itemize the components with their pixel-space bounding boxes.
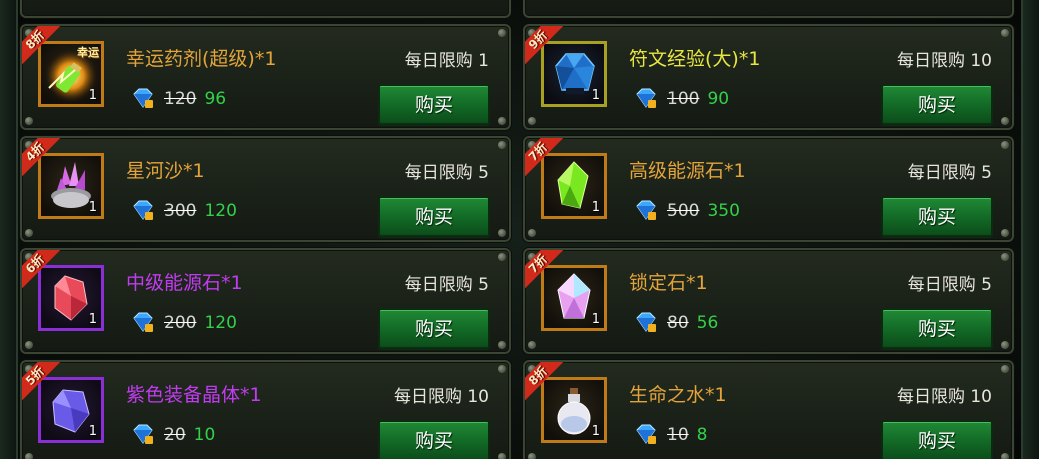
price-row: 80 56 (633, 311, 718, 335)
right-border-decoration (1021, 0, 1039, 459)
buy-button[interactable]: 购买 (881, 420, 993, 459)
item-icon-frame[interactable]: 1 (541, 41, 607, 107)
diamond-currency-icon (133, 424, 153, 444)
original-price: 80 (667, 313, 689, 333)
shop-card: 1 4折 星河沙*1 每日限购 5 300 120 购买 (20, 136, 511, 242)
buy-button[interactable]: 购买 (378, 84, 490, 126)
item-count: 1 (88, 200, 97, 215)
buy-button[interactable]: 购买 (881, 196, 993, 238)
price-row: 200 120 (130, 311, 237, 335)
original-price: 100 (667, 89, 700, 109)
item-icon-frame[interactable]: 1 (38, 377, 104, 443)
item-name: 生命之水*1 (629, 384, 727, 406)
price-row: 500 350 (633, 199, 740, 223)
price-row: 100 90 (633, 87, 729, 111)
shop-card: 1 幸运 8折 幸运药剂(超级)*1 每日限购 1 120 96 购买 (20, 24, 511, 130)
item-count: 1 (88, 88, 97, 103)
left-border-decoration (0, 0, 18, 459)
purchase-limit: 每日限购 5 (907, 163, 992, 183)
item-icon-frame[interactable]: 1 (38, 153, 104, 219)
price-row: 120 96 (130, 87, 226, 111)
shop-card-partial-right (523, 0, 1014, 18)
discounted-price: 90 (707, 89, 730, 109)
purchase-limit: 每日限购 10 (896, 387, 992, 407)
diamond-currency-icon (133, 200, 153, 220)
buy-button[interactable]: 购买 (881, 84, 993, 126)
diamond-currency-icon (636, 200, 656, 220)
item-icon-frame[interactable]: 1 (541, 377, 607, 443)
original-price: 20 (164, 425, 186, 445)
purchase-limit: 每日限购 10 (896, 51, 992, 71)
price-row: 300 120 (130, 199, 237, 223)
purchase-limit: 每日限购 1 (404, 51, 489, 71)
shop-card: 1 8折 生命之水*1 每日限购 10 10 8 购买 (523, 360, 1014, 459)
diamond-currency-icon (636, 424, 656, 444)
original-price: 300 (164, 201, 197, 221)
original-price: 200 (164, 313, 197, 333)
purchase-limit: 每日限购 10 (393, 387, 489, 407)
buy-button[interactable]: 购买 (881, 308, 993, 350)
item-count: 1 (591, 88, 600, 103)
diamond-currency-icon (133, 312, 153, 332)
price-row: 20 10 (130, 423, 215, 447)
item-count: 1 (88, 312, 97, 327)
purchase-limit: 每日限购 5 (907, 275, 992, 295)
original-price: 120 (164, 89, 197, 109)
item-name: 紫色装备晶体*1 (126, 384, 262, 406)
discounted-price: 10 (193, 425, 216, 445)
buy-button[interactable]: 购买 (378, 420, 490, 459)
shop-card: 1 7折 锁定石*1 每日限购 5 80 56 购买 (523, 248, 1014, 354)
daily-shop-panel: 1 幸运 8折 幸运药剂(超级)*1 每日限购 1 120 96 购买 1 9折… (0, 0, 1039, 459)
item-name: 中级能源石*1 (126, 272, 243, 294)
discounted-price: 350 (707, 201, 740, 221)
original-price: 10 (667, 425, 689, 445)
purchase-limit: 每日限购 5 (404, 275, 489, 295)
item-name: 星河沙*1 (126, 160, 205, 182)
diamond-currency-icon (133, 88, 153, 108)
discounted-price: 120 (204, 201, 237, 221)
item-count: 1 (591, 312, 600, 327)
buy-button[interactable]: 购买 (378, 308, 490, 350)
shop-card: 1 6折 中级能源石*1 每日限购 5 200 120 购买 (20, 248, 511, 354)
purchase-limit: 每日限购 5 (404, 163, 489, 183)
item-icon-frame[interactable]: 1 幸运 (38, 41, 104, 107)
item-name: 幸运药剂(超级)*1 (126, 48, 277, 70)
shop-card: 1 9折 符文经验(大)*1 每日限购 10 100 90 购买 (523, 24, 1014, 130)
discounted-price: 56 (696, 313, 719, 333)
item-icon-frame[interactable]: 1 (38, 265, 104, 331)
buy-button[interactable]: 购买 (378, 196, 490, 238)
original-price: 500 (667, 201, 700, 221)
item-icon-frame[interactable]: 1 (541, 265, 607, 331)
item-count: 1 (88, 424, 97, 439)
item-name: 符文经验(大)*1 (629, 48, 761, 70)
item-name: 锁定石*1 (629, 272, 708, 294)
price-row: 10 8 (633, 423, 707, 447)
discounted-price: 96 (204, 89, 227, 109)
lucky-badge: 幸运 (77, 46, 99, 59)
item-name: 高级能源石*1 (629, 160, 746, 182)
discounted-price: 8 (696, 425, 708, 445)
item-count: 1 (591, 200, 600, 215)
diamond-currency-icon (636, 88, 656, 108)
shop-card-partial-left (20, 0, 511, 18)
item-count: 1 (591, 424, 600, 439)
discounted-price: 120 (204, 313, 237, 333)
diamond-currency-icon (636, 312, 656, 332)
shop-card: 1 7折 高级能源石*1 每日限购 5 500 350 购买 (523, 136, 1014, 242)
shop-card: 1 5折 紫色装备晶体*1 每日限购 10 20 10 购买 (20, 360, 511, 459)
item-icon-frame[interactable]: 1 (541, 153, 607, 219)
